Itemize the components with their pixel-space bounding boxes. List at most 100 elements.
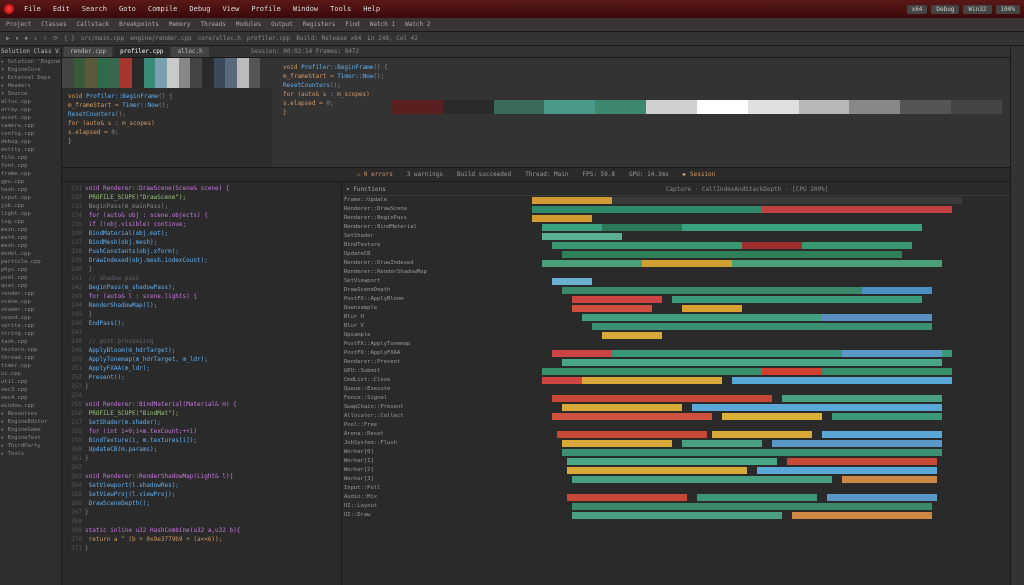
flame-bar[interactable] (562, 449, 942, 456)
flame-row[interactable]: Renderer::Present (342, 358, 1010, 367)
panel-tab[interactable]: Find (345, 21, 359, 28)
flame-row[interactable]: Worker[0] (342, 448, 1010, 457)
code-line[interactable]: 266 DrawSceneDepth(); (66, 499, 337, 508)
toolbar-item[interactable]: Ln 248, Col 42 (367, 35, 418, 42)
toolbar-item[interactable]: ⏸ (16, 35, 19, 43)
flame-row[interactable]: Renderer::DrawIndexed (342, 259, 1010, 268)
toolbar-item[interactable]: ↓ (34, 35, 38, 42)
flame-row[interactable]: DrawSceneDepth (342, 286, 1010, 295)
code-line[interactable]: 241 // shadow pass (66, 274, 337, 283)
flame-row[interactable]: GPU::Submit (342, 367, 1010, 376)
tree-item[interactable]: frame.cpp (1, 170, 60, 178)
flame-bar[interactable] (842, 350, 942, 357)
timeline-block[interactable] (155, 58, 167, 88)
flame-bar[interactable] (562, 251, 902, 258)
flame-bar[interactable] (787, 458, 937, 465)
flame-bar[interactable] (697, 494, 817, 501)
panel-tab[interactable]: Breakpoints (119, 21, 159, 28)
timeline-block[interactable] (167, 58, 179, 88)
timeline-block[interactable] (237, 58, 249, 88)
flame-row[interactable]: Renderer::BindMaterial (342, 223, 1010, 232)
code-line[interactable]: 252 Present(); (66, 373, 337, 382)
flame-row[interactable]: CmdList::Close (342, 376, 1010, 385)
flame-bar[interactable] (552, 242, 912, 249)
flame-row[interactable]: UI::Draw (342, 511, 1010, 520)
flame-row[interactable]: PostFX::ApplyFXAA (342, 349, 1010, 358)
menu-window[interactable]: Window (293, 5, 318, 13)
tree-item[interactable]: quat.cpp (1, 282, 60, 290)
code-line[interactable]: 259 BindTexture(i, m.textures[i]); (66, 436, 337, 445)
toolbar-item[interactable]: ⏹ (25, 35, 28, 43)
code-line[interactable]: 246 EndPass(); (66, 319, 337, 328)
toolbar-item[interactable]: ▶ (6, 35, 10, 42)
right-toolrail[interactable] (1010, 46, 1024, 585)
panel-tab[interactable]: Callstack (77, 21, 110, 28)
flame-bar[interactable] (762, 368, 822, 375)
color-segment[interactable] (392, 100, 443, 114)
tree-item[interactable]: pool.cpp (1, 274, 60, 282)
tree-item[interactable]: vec3.cpp (1, 386, 60, 394)
editor-tab[interactable]: alloc.h (171, 47, 208, 57)
tree-item[interactable]: mat4.cpp (1, 234, 60, 242)
flame-bar[interactable] (562, 404, 682, 411)
tree-item[interactable]: texture.cpp (1, 346, 60, 354)
code-line[interactable]: 267} (66, 508, 337, 517)
tree-item[interactable]: job.cpp (1, 202, 60, 210)
code-line[interactable]: 269static inline u32 HashCombine(u32 a,u… (66, 526, 337, 535)
timeline-block[interactable] (225, 58, 237, 88)
code-line[interactable]: 256 PROFILE_SCOPE("BindMat"); (66, 409, 337, 418)
flame-bar[interactable] (562, 359, 942, 366)
code-line[interactable]: 237 BindMesh(obj.mesh); (66, 238, 337, 247)
flame-bar[interactable] (592, 323, 932, 330)
flame-bar[interactable] (732, 377, 952, 384)
tree-item[interactable]: util.cpp (1, 378, 60, 386)
timeline-block[interactable] (260, 58, 272, 88)
flame-bar[interactable] (532, 215, 592, 222)
tree-item[interactable]: font.cpp (1, 162, 60, 170)
solution-explorer[interactable]: Solution Class View ▸ Solution 'Engine' … (0, 46, 62, 585)
flame-row[interactable]: Allocator::Collect (342, 412, 1010, 421)
editor-tab[interactable]: profiler.cpp (114, 47, 169, 57)
code-line[interactable]: 257 SetShader(m.shader); (66, 418, 337, 427)
flame-bar[interactable] (572, 503, 932, 510)
toolbar-item[interactable]: engine/render.cpp (130, 35, 191, 42)
flame-bar[interactable] (722, 413, 822, 420)
flame-bar[interactable] (832, 413, 942, 420)
flame-bar[interactable] (572, 476, 832, 483)
menu-search[interactable]: Search (82, 5, 107, 13)
menu-help[interactable]: Help (363, 5, 380, 13)
menu-debug[interactable]: Debug (189, 5, 210, 13)
flame-bar[interactable] (757, 467, 937, 474)
tree-item[interactable]: ▸ ThirdParty (1, 442, 60, 450)
flame-row[interactable]: SetViewport (342, 277, 1010, 286)
flame-bar[interactable] (567, 467, 747, 474)
flame-row[interactable]: Blur H (342, 313, 1010, 322)
toolbar-item[interactable]: Build: Release x64 (296, 35, 361, 42)
flame-bar[interactable] (862, 287, 932, 294)
toolbar-item[interactable]: src/main.cpp (81, 35, 124, 42)
timeline-block[interactable] (179, 58, 191, 88)
tree-item[interactable]: ▾ Source (1, 90, 60, 98)
flame-bar[interactable] (542, 233, 622, 240)
code-editor[interactable]: 231void Renderer::DrawScene(Scene& scene… (62, 182, 342, 585)
code-line[interactable]: 253} (66, 382, 337, 391)
flame-bar[interactable] (542, 368, 952, 375)
code-line[interactable]: 268 (66, 517, 337, 526)
tree-item[interactable]: vec4.cpp (1, 394, 60, 402)
tree-item[interactable]: ▸ Resources (1, 410, 60, 418)
code-line[interactable]: 234 for (auto& obj : scene.objects) { (66, 211, 337, 220)
tree-item[interactable]: ▸ EngineEditor (1, 418, 60, 426)
flame-bar[interactable] (682, 440, 762, 447)
timeline-block[interactable] (120, 58, 132, 88)
timeline-block[interactable] (132, 58, 144, 88)
panel-tab[interactable]: Watch 2 (405, 21, 430, 28)
flame-row[interactable]: Audio::Mix (342, 493, 1010, 502)
menu-profile[interactable]: Profile (251, 5, 281, 13)
panel-tab[interactable]: Memory (169, 21, 191, 28)
flame-row[interactable]: Frame::Update (342, 196, 1010, 205)
tree-item[interactable]: log.cpp (1, 218, 60, 226)
menu-goto[interactable]: Goto (119, 5, 136, 13)
flame-bar[interactable] (557, 431, 707, 438)
flame-bar[interactable] (602, 224, 682, 231)
code-line[interactable]: 242 BeginPass(m_shadowPass); (66, 283, 337, 292)
